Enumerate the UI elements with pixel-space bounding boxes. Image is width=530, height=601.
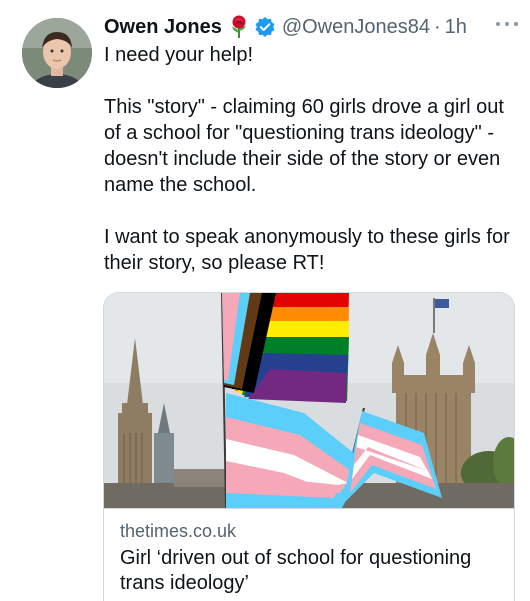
card-image[interactable] [104, 293, 514, 509]
more-dot [514, 22, 518, 26]
verified-badge-icon [254, 16, 276, 38]
more-options-icon[interactable] [496, 14, 518, 34]
card-domain: thetimes.co.uk [120, 521, 237, 541]
card-title[interactable]: Girl ‘driven out of school for questioni… [120, 546, 500, 596]
more-dot [496, 22, 500, 26]
avatar-photo [22, 18, 92, 88]
tweet-paragraph: This "story" - claiming 60 girls drove a… [104, 96, 504, 196]
tweet-header: Owen Jones @OwenJones84 · 1h [104, 14, 516, 40]
tweet-paragraph: I want to speak anonymously to these gir… [104, 226, 510, 274]
author-avatar[interactable] [22, 18, 92, 88]
author-handle[interactable]: @OwenJones84 [282, 16, 430, 39]
tweet-text: I need your help! This "story" - claimin… [104, 42, 514, 276]
separator-dot: · [433, 15, 441, 38]
author-name[interactable]: Owen Jones [104, 16, 222, 39]
more-dot [505, 22, 509, 26]
rose-emoji-icon [228, 15, 250, 39]
link-preview-card[interactable]: thetimes.co.uk Girl ‘driven out of schoo… [103, 292, 515, 601]
tweet-paragraph: I need your help! [104, 44, 253, 66]
tweet-timestamp[interactable]: 1h [445, 16, 467, 39]
